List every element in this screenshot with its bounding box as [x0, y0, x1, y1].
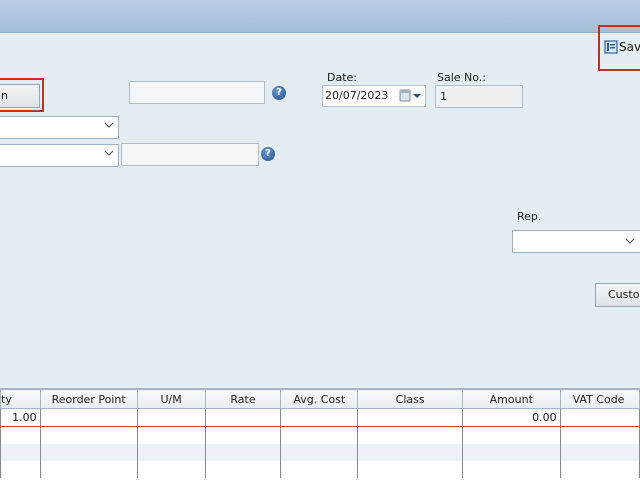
cell-qty[interactable]: 1.00	[0, 408, 41, 427]
rep-dropdown[interactable]	[512, 230, 640, 253]
window-title-bar	[0, 0, 640, 33]
chevron-down-icon	[104, 122, 114, 128]
cell-rate[interactable]	[204, 408, 282, 427]
date-field[interactable]: 20/07/2023	[322, 85, 426, 107]
customer-button[interactable]: Custo	[595, 283, 640, 307]
left-action-button[interactable]: n	[0, 84, 40, 108]
grid-header-row: ty Reorder Point U/M Rate Avg. Cost Clas…	[0, 389, 640, 409]
cell-avg-cost[interactable]	[280, 461, 359, 478]
table-row[interactable]	[0, 426, 640, 444]
chevron-down-icon	[625, 238, 635, 244]
cell-class[interactable]	[357, 461, 463, 478]
sale-no-value: 1	[440, 90, 447, 103]
table-row[interactable]	[0, 444, 640, 461]
cell-amount[interactable]	[461, 461, 561, 478]
column-header-class[interactable]: Class	[357, 389, 463, 409]
help-icon[interactable]: ?	[272, 86, 286, 100]
sales-form: Sav n ? ? Date: 20/07/2023 Sale No.: 1 R…	[0, 25, 640, 388]
table-row[interactable]	[0, 461, 640, 478]
cell-um[interactable]	[136, 444, 206, 461]
cell-vat-code[interactable]	[559, 426, 640, 444]
line-items-table: ty Reorder Point U/M Rate Avg. Cost Clas…	[0, 389, 640, 478]
cell-um[interactable]	[136, 461, 206, 478]
column-header-avg-cost[interactable]: Avg. Cost	[280, 389, 359, 409]
cell-class[interactable]	[357, 444, 463, 461]
rep-label: Rep.	[517, 210, 542, 223]
column-header-rate[interactable]: Rate	[204, 389, 282, 409]
cell-amount[interactable]	[461, 444, 561, 461]
cell-rate[interactable]	[204, 444, 282, 461]
column-header-qty[interactable]: ty	[0, 389, 41, 409]
chevron-down-icon	[104, 150, 114, 156]
save-icon	[604, 40, 618, 54]
cell-vat-code[interactable]	[559, 461, 640, 478]
save-button[interactable]: Sav	[604, 39, 640, 55]
cell-reorder-point[interactable]	[39, 408, 138, 427]
column-header-amount[interactable]: Amount	[461, 389, 561, 409]
help-icon[interactable]: ?	[261, 147, 275, 161]
save-label: Sav	[619, 40, 640, 54]
cell-avg-cost[interactable]	[280, 444, 359, 461]
cell-vat-code[interactable]	[559, 444, 640, 461]
cell-rate[interactable]	[204, 461, 282, 478]
left-action-button-label: n	[1, 89, 8, 102]
customer-button-label: Custo	[608, 288, 640, 301]
cell-qty[interactable]	[0, 426, 41, 444]
column-header-reorder-point[interactable]: Reorder Point	[39, 389, 138, 409]
cell-vat-code[interactable]	[559, 408, 640, 427]
cell-um[interactable]	[136, 426, 206, 444]
date-label: Date:	[327, 71, 357, 84]
cell-class[interactable]	[357, 408, 463, 427]
cell-um[interactable]	[136, 408, 206, 427]
cell-amount[interactable]	[461, 426, 561, 444]
reference-field[interactable]	[129, 81, 265, 104]
line-items-grid: ty Reorder Point U/M Rate Avg. Cost Clas…	[0, 388, 640, 481]
sale-no-field[interactable]: 1	[435, 85, 523, 108]
cell-avg-cost[interactable]	[280, 408, 359, 427]
date-value: 20/07/2023	[325, 89, 389, 102]
calendar-dropdown-icon[interactable]	[399, 89, 423, 103]
cell-avg-cost[interactable]	[280, 426, 359, 444]
column-header-vat-code[interactable]: VAT Code	[559, 389, 640, 409]
cell-qty[interactable]	[0, 444, 41, 461]
customer-dropdown[interactable]	[0, 116, 119, 139]
cell-rate[interactable]	[204, 426, 282, 444]
cell-amount[interactable]: 0.00	[461, 408, 561, 427]
cell-reorder-point[interactable]	[39, 444, 138, 461]
column-header-um[interactable]: U/M	[136, 389, 206, 409]
cell-qty[interactable]	[0, 461, 41, 478]
template-field[interactable]	[121, 143, 259, 166]
table-row[interactable]: 1.00 0.00	[0, 408, 640, 427]
cell-class[interactable]	[357, 426, 463, 444]
class-dropdown[interactable]	[0, 144, 119, 167]
cell-reorder-point[interactable]	[39, 461, 138, 478]
sale-no-label: Sale No.:	[437, 71, 487, 84]
cell-reorder-point[interactable]	[39, 426, 138, 444]
